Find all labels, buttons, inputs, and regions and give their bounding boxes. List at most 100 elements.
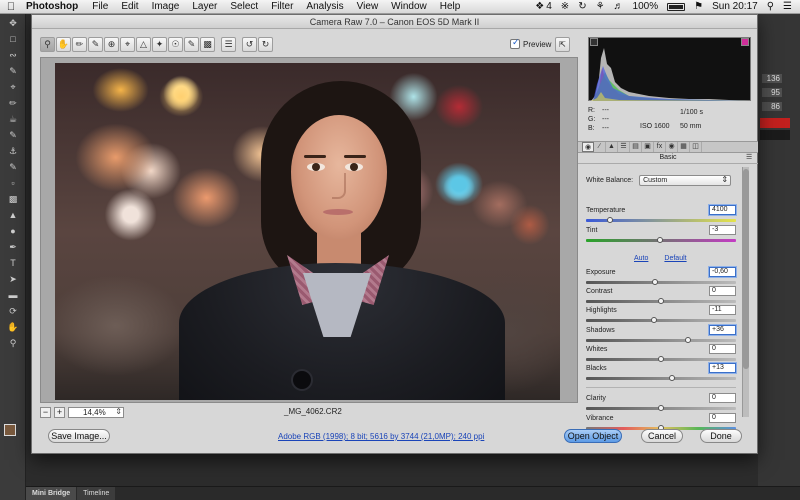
highlights-slider[interactable]: Highlights -11 xyxy=(586,305,736,325)
temperature-slider[interactable]: Temperature 4100 xyxy=(586,205,736,225)
menu-filter[interactable]: Filter xyxy=(271,1,293,12)
zoom-tool-icon[interactable]: ⚲ xyxy=(3,336,23,350)
tint-knob[interactable] xyxy=(656,237,663,243)
path-select-tool-icon[interactable]: ➤ xyxy=(3,272,23,286)
3d-tool-icon[interactable]: ⟳ xyxy=(3,304,23,318)
blacks-field[interactable]: +13 xyxy=(709,363,736,373)
temperature-field[interactable]: 4100 xyxy=(709,205,736,215)
whites-slider[interactable]: Whites 0 xyxy=(586,344,736,364)
exposure-knob[interactable] xyxy=(652,279,658,285)
white-balance-tool-icon[interactable]: ✏ xyxy=(72,37,87,52)
graduated-filter-tool-icon[interactable]: ▩ xyxy=(200,37,215,52)
menu-help[interactable]: Help xyxy=(440,1,461,12)
color-value-2[interactable]: 95 xyxy=(762,87,782,97)
zoom-level-select[interactable]: 14,4% xyxy=(68,406,124,418)
spot-removal-tool-icon[interactable]: ✦ xyxy=(152,37,167,52)
menu-layer[interactable]: Layer xyxy=(192,1,217,12)
volume-icon[interactable]: ♬ xyxy=(614,1,624,12)
blur-tool-icon[interactable]: ▲ xyxy=(3,208,23,222)
contrast-knob[interactable] xyxy=(658,298,664,304)
adjustment-brush-tool-icon[interactable]: ✎ xyxy=(184,37,199,52)
zoom-in-button[interactable]: + xyxy=(54,406,65,418)
spotlight-icon[interactable]: ⚲ xyxy=(767,1,774,12)
move-tool-icon[interactable]: ✥ xyxy=(3,16,23,30)
battery-icon[interactable] xyxy=(667,2,686,11)
preview-toggle[interactable]: Preview xyxy=(510,37,551,49)
tab-hsl-icon[interactable]: ☰ xyxy=(618,142,630,152)
color-value-1[interactable]: 136 xyxy=(762,73,782,83)
rotate-ccw-icon[interactable]: ↺ xyxy=(242,37,257,52)
menu-image[interactable]: Image xyxy=(152,1,180,12)
hand-tool-icon[interactable]: ✋ xyxy=(56,37,71,52)
shape-tool-icon[interactable]: ▬ xyxy=(3,288,23,302)
cancel-button[interactable]: Cancel xyxy=(641,429,683,443)
vibrance-field[interactable]: 0 xyxy=(709,413,736,423)
fullscreen-toggle-icon[interactable]: ⇱ xyxy=(555,37,570,52)
menu-view[interactable]: View xyxy=(357,1,379,12)
marquee-tool-icon[interactable]: □ xyxy=(3,32,23,46)
tab-split-toning-icon[interactable]: ▤ xyxy=(630,142,642,152)
tab-snapshots-icon[interactable]: ◫ xyxy=(690,142,702,152)
red-eye-tool-icon[interactable]: ☉ xyxy=(168,37,183,52)
gradient-tool-icon[interactable]: ▩ xyxy=(3,192,23,206)
tab-tone-curve-icon[interactable]: ∕ xyxy=(594,142,606,152)
swatch-red[interactable] xyxy=(760,118,790,128)
eraser-tool-icon[interactable]: ▫ xyxy=(3,176,23,190)
eyedropper-tool-icon[interactable]: ✏ xyxy=(3,96,23,110)
panel-scrollbar[interactable] xyxy=(742,167,749,417)
clarity-slider[interactable]: Clarity 0 xyxy=(586,393,736,413)
clarity-field[interactable]: 0 xyxy=(709,393,736,403)
save-image-button[interactable]: Save Image... xyxy=(48,429,110,443)
zoom-out-button[interactable]: − xyxy=(40,406,51,418)
shadows-knob[interactable] xyxy=(685,337,691,343)
color-value-3[interactable]: 86 xyxy=(762,101,782,111)
straighten-tool-icon[interactable]: △ xyxy=(136,37,151,52)
exposure-field[interactable]: -0,60 xyxy=(709,267,736,277)
menu-analysis[interactable]: Analysis xyxy=(306,1,343,12)
color-sampler-tool-icon[interactable]: ✎ xyxy=(88,37,103,52)
blacks-knob[interactable] xyxy=(668,375,675,381)
dodge-tool-icon[interactable]: ● xyxy=(3,224,23,238)
notification-icon[interactable]: ☰ xyxy=(783,1,792,12)
tab-basic-icon[interactable]: ◉ xyxy=(582,142,594,152)
apple-menu-icon[interactable]:  xyxy=(0,1,22,13)
preview-checkbox[interactable] xyxy=(510,37,520,49)
whites-knob[interactable] xyxy=(658,356,664,362)
shadows-slider[interactable]: Shadows +36 xyxy=(586,325,736,345)
contrast-slider[interactable]: Contrast 0 xyxy=(586,286,736,306)
blacks-slider[interactable]: Blacks +13 xyxy=(586,363,736,383)
history-brush-tool-icon[interactable]: ✎ xyxy=(3,160,23,174)
shadows-field[interactable]: +36 xyxy=(709,325,736,335)
preferences-icon[interactable]: ☰ xyxy=(221,37,236,52)
rotate-cw-icon[interactable]: ↻ xyxy=(258,37,273,52)
image-preview-area[interactable] xyxy=(40,57,578,403)
tab-effects-icon[interactable]: fx xyxy=(654,142,666,152)
bluetooth-icon[interactable]: ※ xyxy=(561,1,569,12)
tab-timeline[interactable]: Timeline xyxy=(77,486,116,500)
tab-mini-bridge[interactable]: Mini Bridge xyxy=(26,486,77,500)
pen-tool-icon[interactable]: ✒ xyxy=(3,240,23,254)
whites-field[interactable]: 0 xyxy=(709,344,736,354)
type-tool-icon[interactable]: T xyxy=(3,256,23,270)
tab-camera-calibration-icon[interactable]: ◉ xyxy=(666,142,678,152)
menu-select[interactable]: Select xyxy=(230,1,258,12)
quick-select-tool-icon[interactable]: ✎ xyxy=(3,64,23,78)
highlights-field[interactable]: -11 xyxy=(709,305,736,315)
clarity-knob[interactable] xyxy=(658,405,664,411)
healing-tool-icon[interactable]: ☕ xyxy=(3,112,23,126)
menu-file[interactable]: File xyxy=(92,1,108,12)
white-balance-select[interactable]: Custom xyxy=(639,175,732,186)
done-button[interactable]: Done xyxy=(700,429,742,443)
exposure-slider[interactable]: Exposure -0,60 xyxy=(586,267,736,287)
tab-presets-icon[interactable]: ▦ xyxy=(678,142,690,152)
panel-menu-icon[interactable]: ☰ xyxy=(746,154,754,162)
crop-tool-icon[interactable]: ⌖ xyxy=(120,37,135,52)
tab-detail-icon[interactable]: ▲ xyxy=(606,142,618,152)
foreground-color-swatch[interactable] xyxy=(4,424,16,436)
highlight-clipping-warning-icon[interactable] xyxy=(741,38,749,46)
wifi-icon[interactable]: ⚘ xyxy=(596,1,605,12)
temperature-knob[interactable] xyxy=(607,217,613,223)
menu-edit[interactable]: Edit xyxy=(121,1,138,12)
scrollbar-thumb[interactable] xyxy=(743,169,749,369)
tint-slider[interactable]: Tint -3 xyxy=(586,225,736,245)
